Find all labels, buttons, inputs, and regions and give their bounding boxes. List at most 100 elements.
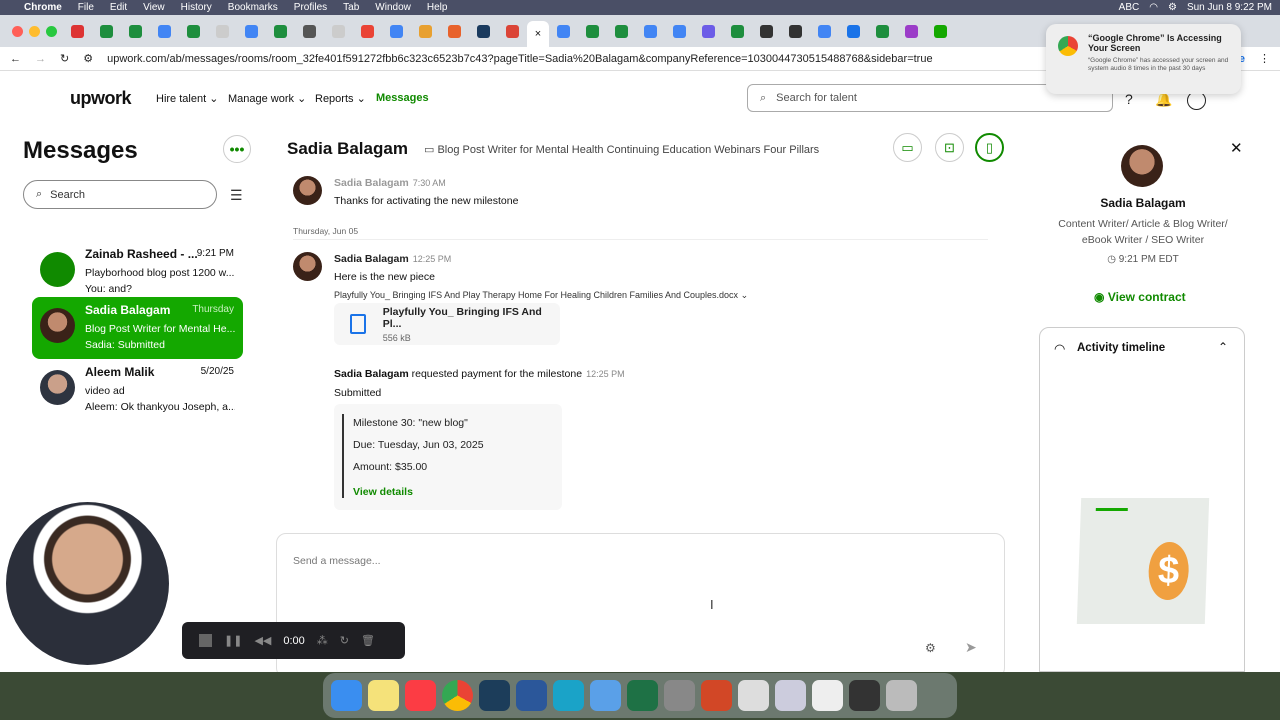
menu-bookmarks[interactable]: Bookmarks bbox=[228, 2, 278, 13]
tab-page-icon[interactable] bbox=[506, 24, 519, 38]
window-zoom-icon[interactable] bbox=[46, 25, 57, 37]
grid-icon[interactable]: ⁂ bbox=[317, 634, 328, 647]
menu-edit[interactable]: Edit bbox=[110, 2, 127, 13]
nav-hire-talent[interactable]: Hire talent ⌄ bbox=[156, 92, 218, 105]
tab-favicon-icon[interactable] bbox=[71, 24, 84, 38]
messages-search-input[interactable]: ⌕ Search bbox=[23, 180, 217, 209]
tab-docs-icon[interactable] bbox=[673, 24, 686, 38]
menu-kebab-icon[interactable]: ⋮ bbox=[1259, 52, 1270, 65]
tab-google-icon[interactable] bbox=[818, 24, 831, 38]
activity-timeline-title[interactable]: Activity timeline bbox=[1077, 342, 1165, 354]
site-settings-icon[interactable]: ⚙ bbox=[83, 52, 93, 65]
tab-page-icon[interactable] bbox=[448, 24, 461, 38]
tab-sheets-icon[interactable] bbox=[615, 24, 628, 38]
menu-app-name[interactable]: Chrome bbox=[24, 2, 62, 13]
finder-icon[interactable] bbox=[331, 680, 362, 711]
tab-page-icon[interactable] bbox=[303, 24, 316, 38]
close-icon[interactable]: × bbox=[535, 28, 541, 40]
tab-page-icon[interactable] bbox=[702, 24, 715, 38]
tab-docs-icon[interactable] bbox=[158, 24, 171, 38]
tab-page-icon[interactable] bbox=[905, 24, 918, 38]
upwork-logo[interactable]: upwork bbox=[70, 88, 132, 109]
window-thumbnail-icon[interactable] bbox=[812, 680, 843, 711]
pause-icon[interactable]: ❚❚ bbox=[224, 634, 242, 647]
conversation-item[interactable]: Aleem Malik 5/20/25 video ad Aleem: Ok t… bbox=[32, 359, 243, 421]
tab-page-icon[interactable] bbox=[557, 24, 570, 38]
input-source-indicator[interactable]: ABC bbox=[1119, 2, 1140, 13]
chat-job-title[interactable]: ▭ Blog Post Writer for Mental Health Con… bbox=[424, 143, 819, 156]
window-thumbnail-icon[interactable] bbox=[775, 680, 806, 711]
chevron-down-icon[interactable]: ⌄ bbox=[741, 290, 749, 300]
toggle-sidebar-icon[interactable]: ▯ bbox=[975, 133, 1004, 162]
reload-icon[interactable]: ↻ bbox=[60, 52, 69, 65]
mindmap-icon[interactable] bbox=[553, 680, 584, 711]
music-icon[interactable] bbox=[405, 680, 436, 711]
tab-sheets-icon[interactable] bbox=[876, 24, 889, 38]
restart-icon[interactable]: ↻ bbox=[340, 634, 349, 647]
tab-sheets-icon[interactable] bbox=[274, 24, 287, 38]
nav-messages[interactable]: Messages bbox=[376, 92, 429, 104]
url-field[interactable]: upwork.com/ab/messages/rooms/room_32fe40… bbox=[107, 53, 932, 65]
menu-tab[interactable]: Tab bbox=[343, 2, 359, 13]
notes-icon[interactable] bbox=[368, 680, 399, 711]
menubar-clock[interactable]: Sun Jun 8 9:22 PM bbox=[1187, 2, 1272, 13]
view-contract-link[interactable]: ◉ View contract bbox=[1094, 290, 1186, 304]
powerpoint-icon[interactable] bbox=[701, 680, 732, 711]
app-icon[interactable] bbox=[479, 680, 510, 711]
tab-upwork-icon[interactable] bbox=[934, 24, 947, 38]
tab-page-icon[interactable] bbox=[760, 24, 773, 38]
menu-view[interactable]: View bbox=[143, 2, 165, 13]
tab-sheets-icon[interactable] bbox=[586, 24, 599, 38]
screen-access-notification[interactable]: “Google Chrome” Is Accessing Your Screen… bbox=[1046, 24, 1241, 94]
tab-sheets-icon[interactable] bbox=[100, 24, 113, 38]
menu-window[interactable]: Window bbox=[375, 2, 411, 13]
window-minimize-icon[interactable] bbox=[29, 25, 40, 37]
conversation-item-active[interactable]: Sadia Balagam Thursday Blog Post Writer … bbox=[32, 297, 243, 359]
send-icon[interactable]: ➤ bbox=[965, 639, 977, 656]
menu-profiles[interactable]: Profiles bbox=[294, 2, 327, 13]
back-icon[interactable]: ← bbox=[10, 53, 21, 65]
window-thumbnail-icon[interactable] bbox=[849, 680, 880, 711]
conversation-item[interactable]: Zainab Rasheed - ... 9:21 PM Playborhood… bbox=[32, 241, 243, 303]
filter-sliders-icon[interactable]: ☰ bbox=[230, 187, 243, 204]
wifi-icon[interactable]: ◠ bbox=[1149, 2, 1158, 13]
more-options-button[interactable]: ••• bbox=[223, 135, 251, 163]
settings-gear-icon[interactable]: ⚙ bbox=[925, 641, 936, 655]
chevron-up-icon[interactable]: ⌃ bbox=[1218, 340, 1228, 354]
menu-help[interactable]: Help bbox=[427, 2, 448, 13]
view-details-link[interactable]: View details bbox=[353, 486, 413, 498]
attachment-filename[interactable]: Playfully You_ Bringing IFS And Play The… bbox=[334, 290, 748, 301]
menu-file[interactable]: File bbox=[78, 2, 94, 13]
tab-sheets-icon[interactable] bbox=[731, 24, 744, 38]
schedule-meeting-icon[interactable]: ⊡ bbox=[935, 133, 964, 162]
tab-docs-icon[interactable] bbox=[644, 24, 657, 38]
stop-icon[interactable] bbox=[199, 634, 212, 647]
webcam-overlay[interactable] bbox=[6, 502, 169, 665]
tab-page-icon[interactable] bbox=[477, 24, 490, 38]
control-center-icon[interactable]: ⚙ bbox=[1168, 2, 1177, 13]
system-settings-icon[interactable] bbox=[664, 680, 695, 711]
tab-page-icon[interactable] bbox=[216, 24, 229, 38]
trash-icon[interactable] bbox=[886, 680, 917, 711]
document-icon[interactable] bbox=[738, 680, 769, 711]
chrome-icon[interactable] bbox=[442, 680, 473, 711]
tab-page-icon[interactable] bbox=[789, 24, 802, 38]
nav-reports[interactable]: Reports ⌄ bbox=[315, 92, 366, 105]
tab-docs-icon[interactable] bbox=[245, 24, 258, 38]
forward-icon[interactable]: → bbox=[35, 53, 46, 65]
excel-icon[interactable] bbox=[627, 680, 658, 711]
nav-manage-work[interactable]: Manage work ⌄ bbox=[228, 92, 306, 105]
tab-mail-icon[interactable] bbox=[847, 24, 860, 38]
window-close-icon[interactable] bbox=[12, 25, 23, 37]
file-attachment-card[interactable]: Playfully You_ Bringing IFS And Pl... 55… bbox=[334, 303, 560, 345]
tab-sheets-icon[interactable] bbox=[187, 24, 200, 38]
close-icon[interactable]: ✕ bbox=[1230, 139, 1243, 157]
rewind-icon[interactable]: ◀◀ bbox=[254, 634, 271, 647]
video-call-icon[interactable]: ▭ bbox=[893, 133, 922, 162]
word-icon[interactable] bbox=[516, 680, 547, 711]
tab-sheets-icon[interactable] bbox=[129, 24, 142, 38]
tab-page-icon[interactable] bbox=[419, 24, 432, 38]
tab-gmail-icon[interactable] bbox=[361, 24, 374, 38]
active-tab[interactable]: × bbox=[527, 21, 549, 47]
mail-icon[interactable] bbox=[590, 680, 621, 711]
